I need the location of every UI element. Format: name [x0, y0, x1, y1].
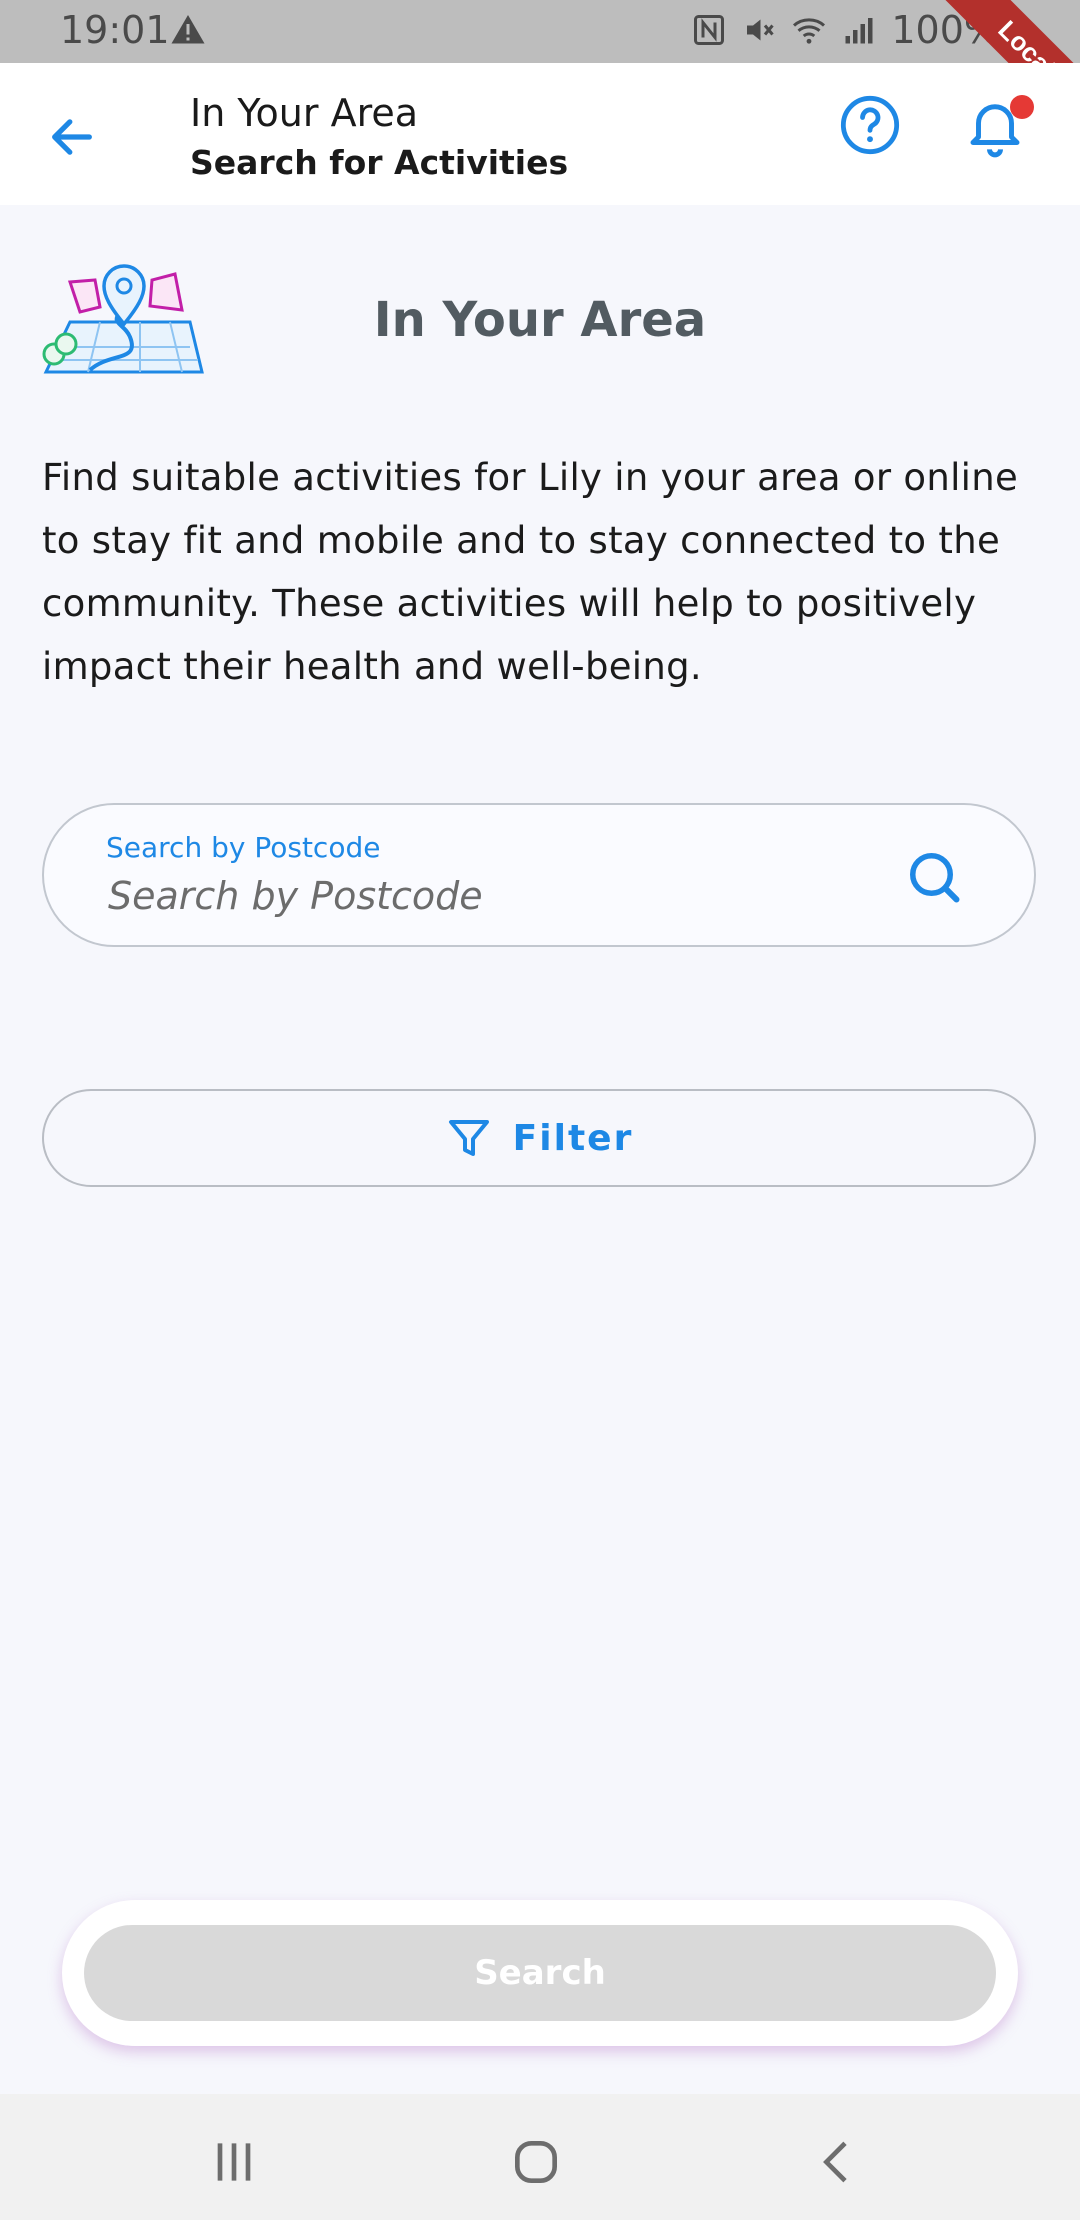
help-icon[interactable] [838, 93, 902, 157]
page-heading: In Your Area [373, 292, 707, 348]
search-icon[interactable] [904, 847, 964, 907]
description-text: Find suitable activities for Lily in you… [42, 456, 1019, 688]
app-bar-title: In Your Area [190, 91, 419, 135]
warning-icon [171, 15, 205, 44]
filter-button-label: Filter [512, 1117, 634, 1159]
nfc-icon [694, 15, 725, 45]
bottom-action-bar: Search [62, 1900, 1018, 2046]
app-bar: In Your Area Search for Activities [0, 63, 1080, 205]
notification-badge [1010, 95, 1034, 119]
postcode-search-field[interactable]: Search by Postcode [42, 803, 1036, 947]
home-icon[interactable] [508, 2134, 564, 2190]
system-nav-bar [0, 2094, 1080, 2220]
map-pin-illustration-icon [42, 264, 204, 374]
status-time: 19:01 [60, 8, 170, 52]
postcode-search-input[interactable] [106, 867, 890, 925]
status-bar: 19:01 100% Local [0, 0, 1080, 140]
notifications-button[interactable] [962, 91, 1034, 161]
search-button[interactable]: Search [84, 1925, 996, 2021]
system-back-icon[interactable] [810, 2134, 866, 2190]
back-arrow-icon[interactable] [46, 111, 98, 163]
recent-apps-icon[interactable] [206, 2134, 262, 2190]
mute-icon [747, 19, 775, 41]
wifi-icon [793, 18, 826, 44]
signal-icon [845, 18, 873, 44]
app-bar-subtitle: Search for Activities [190, 143, 569, 182]
filter-button[interactable]: Filter [42, 1089, 1036, 1187]
filter-funnel-icon [448, 1120, 489, 1156]
postcode-search-label: Search by Postcode [106, 831, 381, 864]
